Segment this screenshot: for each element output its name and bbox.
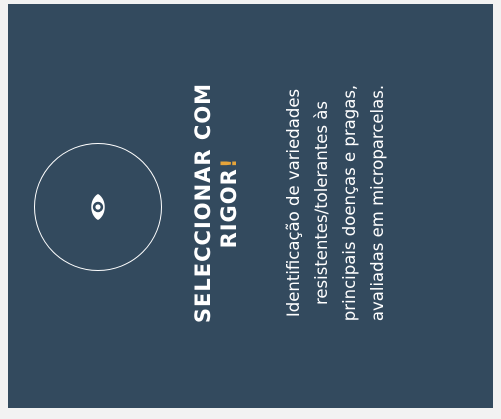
screenshot-frame: SELECCIONAR COM RIGOR! Identificação de … xyxy=(0,0,501,419)
description-line-4: avaliadas em microparcelas. xyxy=(368,84,387,322)
card-description: Identificação de variedades resistentes/… xyxy=(280,18,392,388)
title-line-2: RIGOR xyxy=(217,168,241,249)
description-line-3: principais doenças e pragas, xyxy=(340,84,359,322)
info-card: SELECCIONAR COM RIGOR! Identificação de … xyxy=(8,4,493,408)
description-line-1: Identificação de variedades xyxy=(284,88,303,318)
title-exclamation: ! xyxy=(217,157,241,169)
title-line-1: SELECCIONAR COM xyxy=(191,82,215,324)
card-title: SELECCIONAR COM RIGOR! xyxy=(190,38,242,368)
icon-circle xyxy=(34,143,162,271)
description-line-2: resistentes/tolerantes às xyxy=(312,100,331,306)
eye-icon xyxy=(91,194,105,220)
rotated-content: SELECCIONAR COM RIGOR! Identificação de … xyxy=(8,4,493,408)
